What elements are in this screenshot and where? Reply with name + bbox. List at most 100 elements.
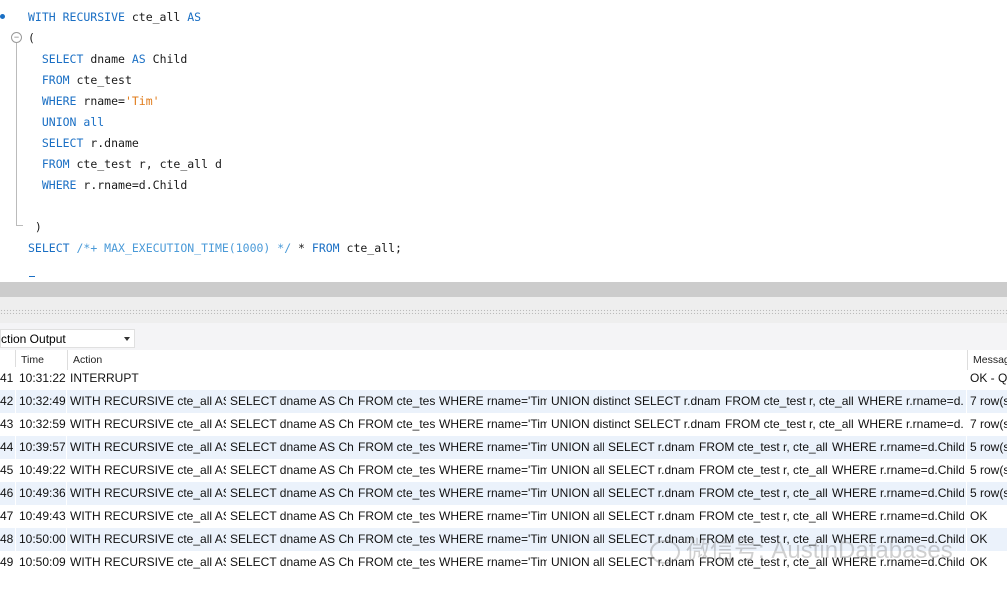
cell-action-part: FROM cte_test (358, 532, 435, 546)
cell-message: OK (970, 555, 988, 569)
cell-action-part: WITH RECURSIVE cte_all AS ( (70, 463, 226, 477)
watermark: 微信号: AustinDatabases (650, 530, 953, 565)
column-divider (15, 390, 16, 413)
code-line: FROM cte_test (28, 70, 132, 90)
output-type-value: ction Output (1, 332, 66, 346)
sql-text: Child (145, 52, 188, 66)
sql-keyword: WHERE (41, 178, 77, 192)
column-divider (15, 459, 16, 482)
column-divider (966, 482, 967, 505)
cell-action-part: FROM cte_test (358, 394, 435, 408)
sql-keyword: FROM (41, 73, 70, 87)
column-divider (966, 459, 967, 482)
sql-text: cte_all (124, 10, 188, 24)
column-divider (15, 436, 16, 459)
column-divider (966, 413, 967, 436)
drag-grip[interactable] (0, 309, 1007, 314)
sql-text: cte_all; (339, 241, 402, 255)
table-row[interactable]: 44 10:39:57 WITH RECURSIVE cte_all AS (SEL… (0, 436, 1007, 459)
cell-action-part: WHERE rname='Tim' (439, 417, 547, 431)
column-divider (15, 367, 16, 390)
cell-action-part: FROM cte_test r, cte_all d (725, 417, 854, 431)
cell-action-part: FROM cte_test (358, 440, 435, 454)
cell-action-part: WHERE rname='Tim' (439, 440, 547, 454)
cell-action-part: UNION all (551, 509, 604, 523)
sql-keyword: AS (131, 52, 146, 66)
cell-action-part: WHERE rname='Tim' (439, 394, 547, 408)
cell-action-part: SELECT dname AS Child (230, 509, 354, 523)
code-line: FROM cte_test r, cte_all d (28, 154, 222, 174)
cell-action-part: SELECT dname AS Child (230, 463, 354, 477)
cell-number: 49 (0, 555, 14, 569)
cell-time: 10:39:57 (19, 440, 66, 454)
cell-time: 10:49:22 (19, 463, 66, 477)
table-row[interactable]: 47 10:49:43 WITH RECURSIVE cte_all AS (SEL… (0, 505, 1007, 528)
fold-toggle-icon[interactable]: − (11, 32, 22, 43)
cell-number: 41 (0, 371, 14, 385)
cell-action-part: UNION all (551, 555, 604, 569)
column-divider (15, 551, 16, 574)
cell-action-part: SELECT r.dname (608, 486, 695, 500)
column-divider (966, 551, 967, 574)
output-type-select[interactable]: ction Output (0, 329, 135, 348)
cell-action-part: SELECT r.dname (608, 509, 695, 523)
code-line: SELECT /*+ MAX_EXECUTION_TIME(1000) */ *… (28, 238, 402, 258)
sql-editor[interactable]: − WITH RECURSIVE cte_all AS ( SELECT dnam… (0, 0, 1007, 282)
cell-action-part: INTERRUPT (70, 371, 139, 385)
cell-action-part: SELECT r.dname (634, 417, 721, 431)
sql-text: r.dname (83, 136, 139, 150)
cell-action-part: SELECT dname AS Child (230, 532, 354, 546)
cell-time: 10:49:36 (19, 486, 66, 500)
cell-message: 5 row(s) (970, 486, 1007, 500)
sql-keyword: FROM (311, 241, 340, 255)
text-cursor (29, 276, 35, 277)
cell-action-part: FROM cte_test (358, 555, 435, 569)
sql-text: * (291, 241, 312, 255)
code-line: UNION all (28, 112, 104, 132)
code-line: SELECT dname AS Child (28, 49, 187, 69)
chevron-down-icon (124, 337, 130, 341)
column-divider (66, 482, 67, 505)
column-divider (66, 551, 67, 574)
table-row[interactable]: 45 10:49:22 WITH RECURSIVE cte_all AS (SEL… (0, 459, 1007, 482)
column-divider (966, 390, 967, 413)
output-panel-header: ction Output (0, 323, 1007, 350)
panel-splitter[interactable] (0, 282, 1007, 297)
cell-message: 5 row(s) (970, 440, 1007, 454)
wechat-icon (650, 539, 680, 564)
sql-keyword: SELECT (41, 52, 84, 66)
watermark-text: 微信号: AustinDatabases (686, 537, 953, 564)
cell-action-part: SELECT r.dname (608, 440, 695, 454)
column-divider (66, 413, 67, 436)
cell-number: 42 (0, 394, 14, 408)
cell-message: 5 row(s) (970, 463, 1007, 477)
table-row[interactable]: 46 10:49:36 WITH RECURSIVE cte_all AS ( SEL… (0, 482, 1007, 505)
table-row[interactable]: 42 10:32:49 WITH RECURSIVE cte_all AS (SEL… (0, 390, 1007, 413)
column-divider (66, 436, 67, 459)
cell-number: 43 (0, 417, 14, 431)
cell-action-part: UNION all (551, 532, 604, 546)
sql-text: rname= (76, 94, 125, 108)
cell-action-part: SELECT dname AS Child (230, 394, 354, 408)
cell-action-part: WITH RECURSIVE cte_all AS ( (70, 486, 226, 500)
cell-action-part: WHERE rname='Tim' (439, 555, 547, 569)
table-row[interactable]: 41 10:31:22 INTERRUPT OK - Qu (0, 367, 1007, 390)
cell-number: 47 (0, 509, 14, 523)
column-divider (966, 367, 967, 390)
code-line: WITH RECURSIVE cte_all AS (28, 7, 201, 27)
cell-action-part: SELECT dname AS Child (230, 555, 354, 569)
cell-number: 46 (0, 486, 14, 500)
cell-action-part: UNION all (551, 440, 604, 454)
column-divider (966, 436, 967, 459)
cell-action-part: FROM cte_test (358, 509, 435, 523)
cell-action-part: SELECT dname AS Child (230, 440, 354, 454)
code-line: ) (28, 217, 42, 237)
column-divider (15, 528, 16, 551)
cell-action-part: WHERE rname='Tim' (439, 486, 547, 500)
table-row[interactable]: 43 10:32:59 WITH RECURSIVE cte_all AS (SEL… (0, 413, 1007, 436)
cell-action-part: WITH RECURSIVE cte_all AS ( (70, 440, 226, 454)
cell-action-part: WHERE rname='Tim' (439, 509, 547, 523)
sql-keyword: SELECT (41, 136, 84, 150)
